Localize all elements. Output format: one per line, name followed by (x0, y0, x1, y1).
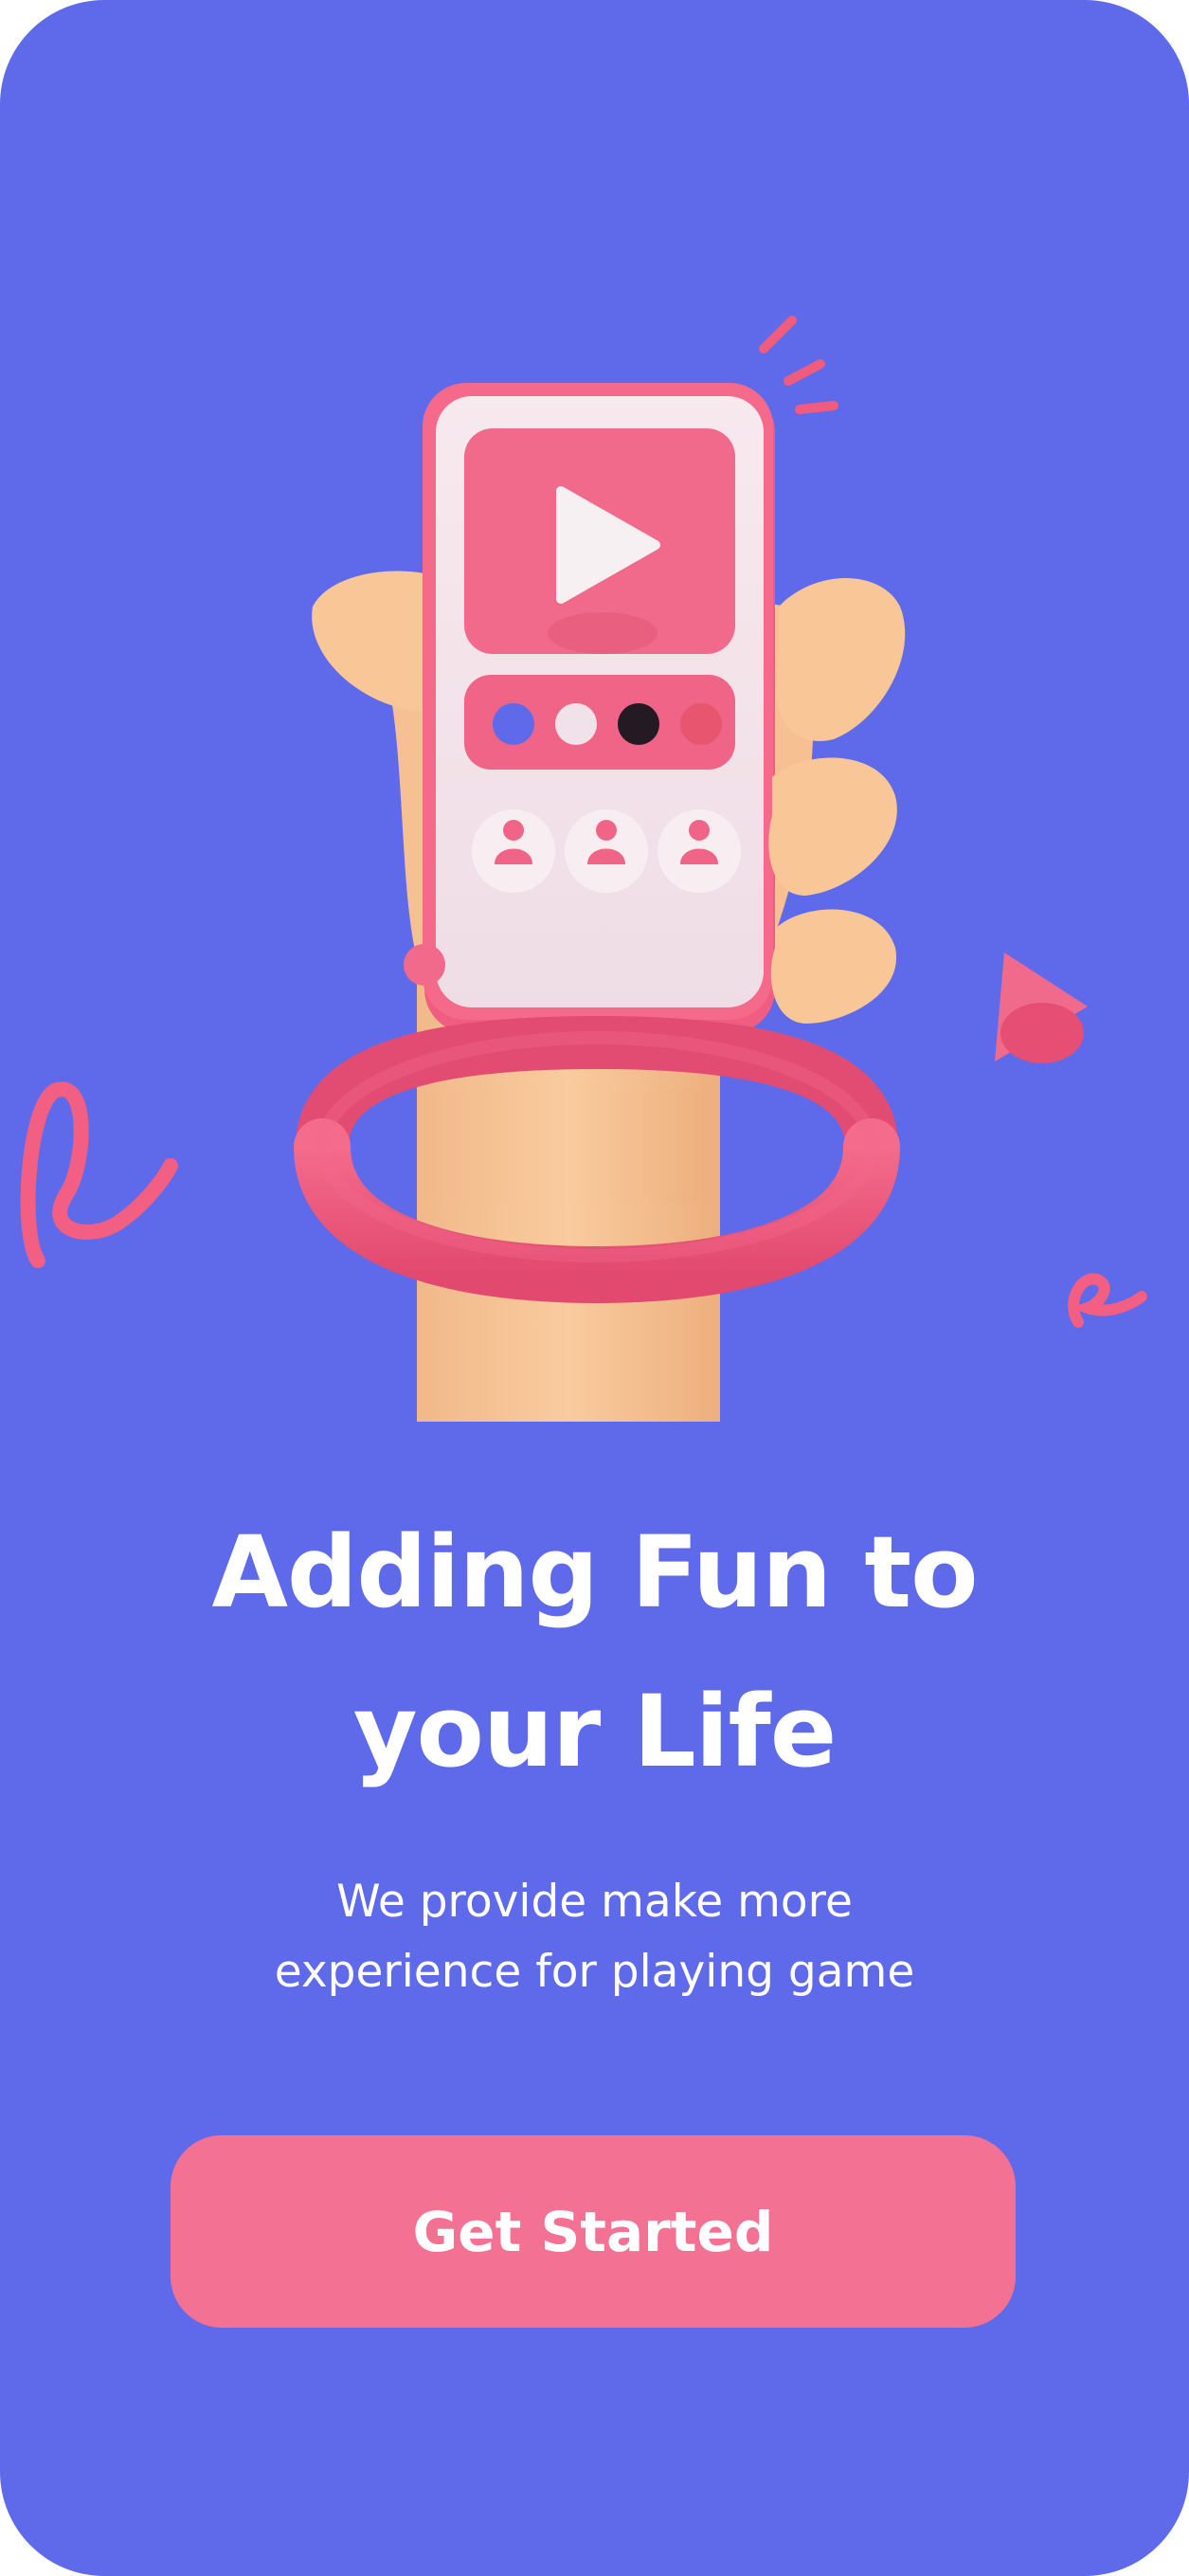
cone-shape (995, 952, 1088, 1063)
swatch-black (618, 703, 659, 745)
hand-fingers (768, 578, 906, 1024)
swatch-white (555, 703, 597, 745)
hand-holding-phone-illustration (20, 316, 1147, 1422)
squiggle-left (20, 1081, 178, 1268)
swatch-red (680, 703, 722, 745)
onboarding-screen: Adding Fun to your Life We provide make … (0, 0, 1189, 2576)
phone (404, 383, 775, 1033)
page-title: Adding Fun to your Life (211, 1515, 978, 1789)
swatch-blue (493, 703, 534, 745)
get-started-button[interactable]: Get Started (171, 2135, 1016, 2328)
squiggle-right (1068, 1273, 1147, 1328)
page-description: We provide make more experience for play… (274, 1876, 915, 1998)
user-avatars (472, 809, 741, 893)
sparkle-lines (759, 316, 838, 414)
